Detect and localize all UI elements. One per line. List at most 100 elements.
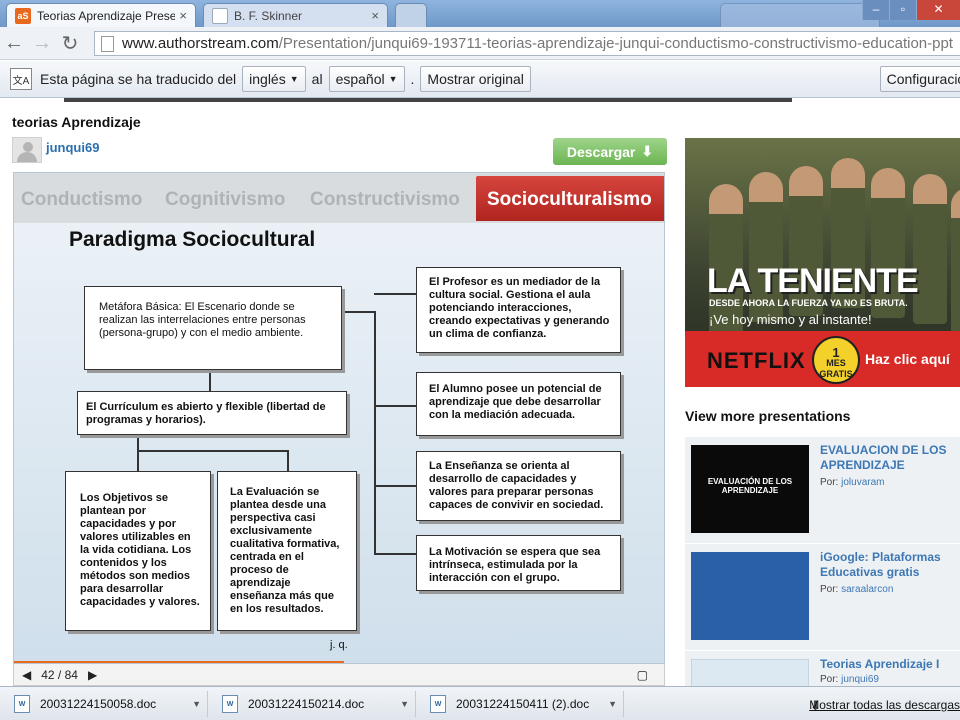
show-all-downloads-link[interactable]: Mostrar todas las descargas... — [809, 698, 960, 712]
ad-netflix-logo: NETFLIX — [707, 348, 806, 373]
related-title[interactable]: iGoogle: Plataformas Educativas gratis — [820, 550, 960, 580]
download-button[interactable]: Descargar ⬇ — [553, 138, 667, 165]
related-item[interactable]: Teorias Aprendizaje I Por: junqui69 — [685, 651, 960, 686]
ad-badge-month: MES — [826, 358, 846, 368]
related-thumbnail-text: EVALUACIÓN DE LOS APRENDIZAJE — [707, 477, 793, 495]
slide-heading: Paradigma Sociocultural — [69, 228, 316, 251]
translate-dot: . — [410, 71, 415, 87]
slide-viewer[interactable]: Conductismo Cognitivismo Constructivismo… — [13, 172, 665, 664]
related-byline: Por: junqui69 — [820, 674, 879, 685]
related-thumbnail[interactable] — [691, 659, 809, 686]
connector-line — [209, 369, 211, 391]
related-item[interactable]: EVALUACIÓN DE LOS APRENDIZAJE EVALUACION… — [685, 437, 960, 543]
from-language-value: inglés — [249, 71, 286, 87]
download-item[interactable]: W 20031224150058.doc ▼ — [0, 691, 208, 717]
minimize-icon[interactable]: – — [862, 0, 889, 20]
slide-signature: j. q. — [330, 639, 348, 651]
word-doc-icon: W — [222, 695, 238, 713]
page-icon — [101, 35, 114, 52]
dropdown-arrow-icon: ▼ — [388, 74, 398, 84]
download-item[interactable]: W 20031224150214.doc ▼ — [208, 691, 416, 717]
download-menu-arrow-icon[interactable]: ▼ — [608, 699, 617, 709]
ad-cta[interactable]: Haz clic aquí — [865, 351, 950, 367]
tab-strip: aS Teorias Aprendizaje Presen × B. F. Sk… — [0, 0, 960, 27]
related-thumbnail[interactable]: EVALUACIÓN DE LOS APRENDIZAJE — [691, 445, 809, 533]
dropdown-arrow-icon: ▼ — [289, 74, 299, 84]
slide-nav: Conductismo Cognitivismo Constructivismo… — [14, 173, 664, 223]
tab-blurred[interactable] — [720, 3, 880, 27]
address-bar[interactable]: www.authorstream.com/Presentation/junqui… — [94, 31, 960, 56]
related-heading: View more presentations — [685, 408, 851, 424]
from-language-select[interactable]: inglés ▼ — [242, 66, 306, 92]
avatar[interactable] — [12, 137, 42, 163]
window-controls: – ▫ ✕ — [862, 0, 960, 20]
related-author-link[interactable]: junqui69 — [841, 674, 879, 685]
related-item[interactable]: iGoogle: Plataformas Educativas gratis P… — [685, 544, 960, 650]
to-language-select[interactable]: español ▼ — [328, 66, 405, 92]
ad-badge: 1 MES GRATIS — [812, 336, 860, 384]
connector-line — [137, 436, 139, 450]
download-filename: 20031224150058.doc — [40, 697, 157, 711]
window-close-icon[interactable]: ✕ — [916, 0, 960, 20]
box-ensenanza: La Enseñanza se orienta al desarrollo de… — [416, 451, 621, 521]
slide-nav-constructivismo: Constructivismo — [310, 189, 460, 210]
document-favicon-icon — [212, 7, 228, 24]
related-author-link[interactable]: saraalarcon — [841, 584, 893, 595]
download-filename: 20031224150214.doc — [248, 697, 365, 711]
related-author-link[interactable]: joluvaram — [841, 477, 884, 488]
translate-bar: 文A Esta página se ha traducido del inglé… — [0, 61, 960, 98]
fullscreen-icon[interactable]: ▢ — [637, 668, 648, 682]
related-title[interactable]: EVALUACION DE LOS APRENDIZAJE — [820, 443, 960, 473]
maximize-icon[interactable]: ▫ — [889, 0, 916, 20]
translate-connector: al — [311, 71, 323, 87]
prev-slide-icon[interactable]: ◀ — [22, 668, 31, 682]
related-thumbnail[interactable] — [691, 552, 809, 640]
related-by-label: Por: — [820, 674, 839, 685]
box-curriculum: El Currículum es abierto y flexible (lib… — [77, 391, 347, 435]
download-filename: 20031224150411 (2).doc — [456, 697, 590, 711]
forward-arrow-icon[interactable]: → — [28, 32, 56, 55]
ad-badge-free: GRATIS — [819, 369, 853, 379]
related-byline: Por: saraalarcon — [820, 584, 893, 595]
browser-toolbar: ← → ↻ www.authorstream.com/Presentation/… — [0, 27, 960, 60]
box-motivacion: La Motivación se espera que sea intrínse… — [416, 535, 621, 591]
download-menu-arrow-icon[interactable]: ▼ — [192, 699, 201, 709]
translate-config-button[interactable]: Configuración — [879, 66, 960, 92]
page-counter[interactable]: 42 / 84 — [41, 668, 78, 682]
close-tab-icon[interactable]: × — [179, 8, 187, 23]
tab-teorias[interactable]: aS Teorias Aprendizaje Presen × — [6, 3, 196, 27]
url-path: /Presentation/junqui69-193711-teorias-ap… — [278, 35, 953, 52]
related-by-label: Por: — [820, 477, 839, 488]
advertisement[interactable]: LA TENIENTE DESDE AHORA LA FUERZA YA NO … — [685, 138, 960, 387]
download-label: Descargar — [566, 143, 636, 160]
connector-line — [137, 450, 287, 452]
connector-line — [374, 405, 416, 407]
back-arrow-icon[interactable]: ← — [0, 32, 28, 55]
connector-line — [374, 311, 376, 553]
connector-line — [287, 450, 289, 471]
next-slide-icon[interactable]: ▶ — [88, 668, 97, 682]
translate-message: Esta página se ha traducido del — [40, 71, 237, 87]
author-link[interactable]: junqui69 — [46, 140, 99, 155]
tab-skinner[interactable]: B. F. Skinner × — [203, 3, 388, 27]
download-item[interactable]: W 20031224150411 (2).doc ▼ — [416, 691, 624, 717]
connector-line — [344, 311, 376, 313]
close-tab-icon[interactable]: × — [371, 8, 379, 23]
reload-icon[interactable]: ↻ — [56, 31, 84, 56]
player-controls: ◀ 42 / 84 ▶ ▢ — [13, 664, 665, 686]
show-original-button[interactable]: Mostrar original — [420, 66, 531, 92]
new-tab-button[interactable] — [395, 3, 427, 27]
connector-line — [374, 293, 416, 295]
ad-tagline-2: ¡Ve hoy mismo y al instante! — [709, 312, 872, 327]
slide-nav-conductismo: Conductismo — [21, 189, 143, 210]
box-alumno: El Alumno posee un potencial de aprendiz… — [416, 372, 621, 436]
slide-nav-socioculturalismo: Socioculturalismo — [476, 176, 664, 221]
related-title[interactable]: Teorias Aprendizaje I — [820, 657, 960, 672]
box-evaluacion: La Evaluación se plantea desde una persp… — [217, 471, 357, 631]
translate-icon: 文A — [10, 68, 32, 90]
download-menu-arrow-icon[interactable]: ▼ — [400, 699, 409, 709]
tab-title: Teorias Aprendizaje Presen — [37, 8, 176, 23]
slide-nav-cognitivismo: Cognitivismo — [165, 189, 286, 210]
connector-line — [137, 450, 139, 471]
connector-line — [374, 553, 416, 555]
